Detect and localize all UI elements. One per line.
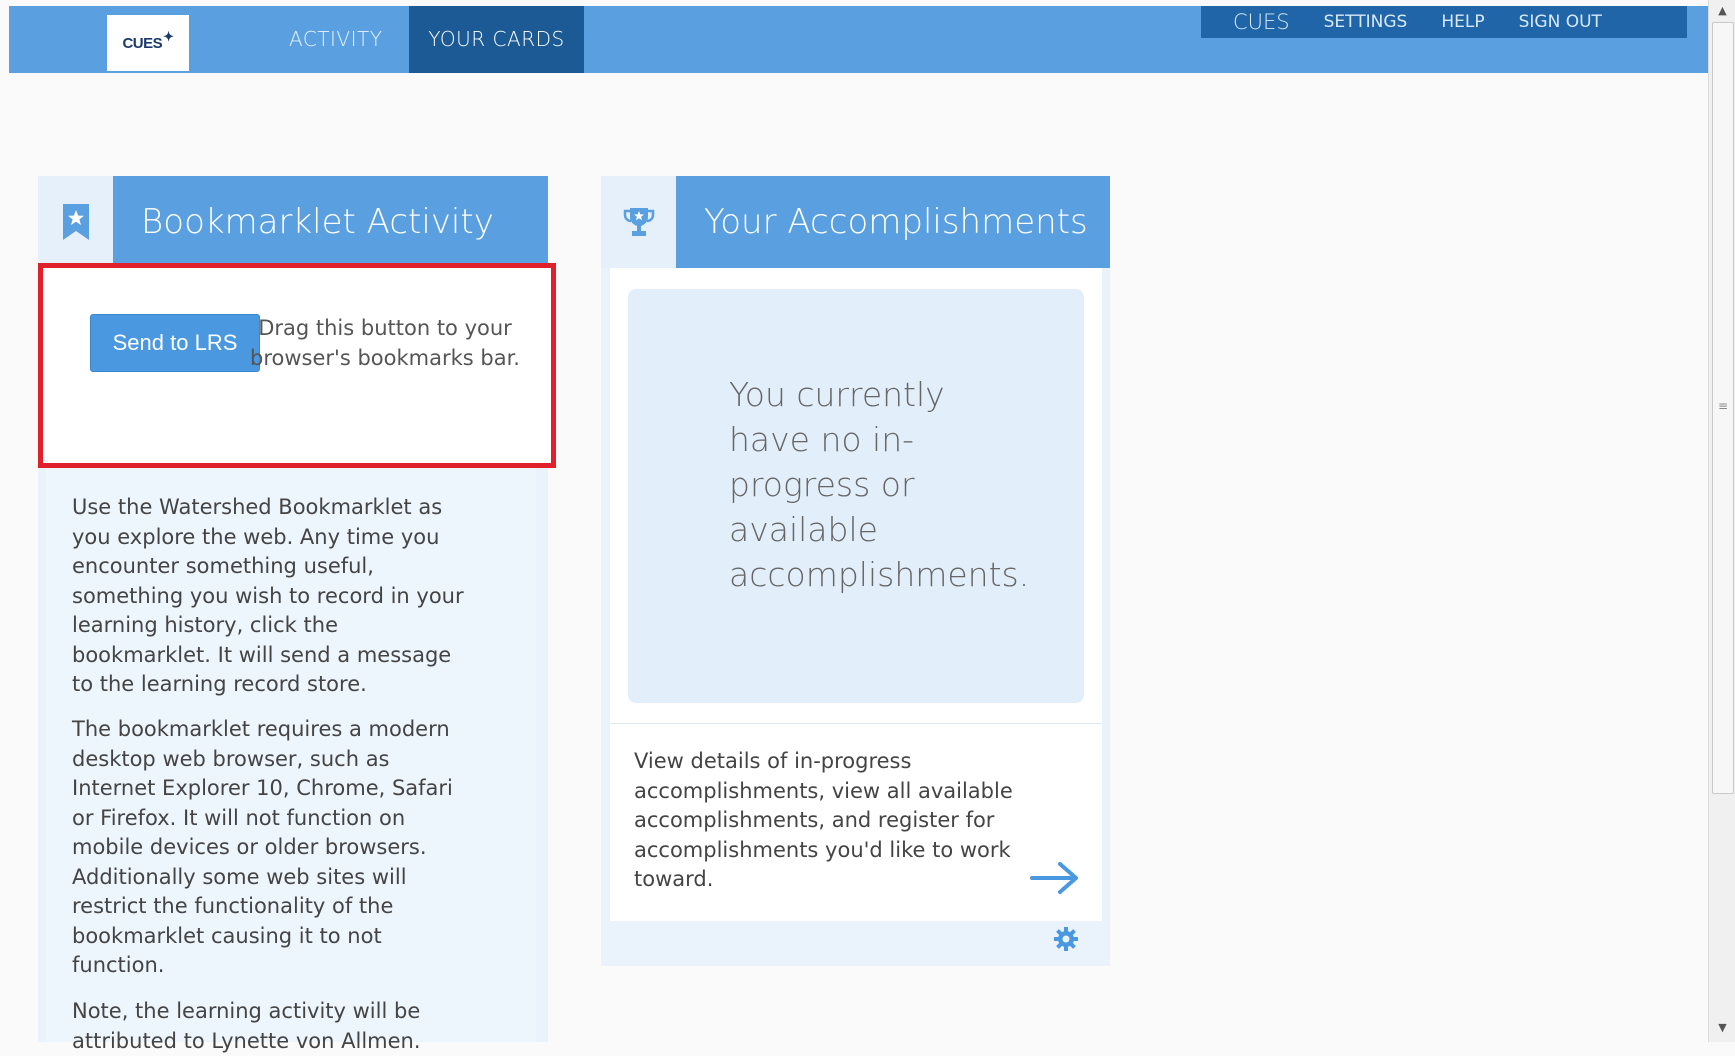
card-icon-tab bbox=[601, 176, 676, 268]
card-title: Your Accomplishments bbox=[676, 176, 1110, 268]
drag-instruction-text: Drag this button to your browser's bookm… bbox=[250, 316, 520, 370]
arrow-right-icon[interactable] bbox=[1030, 858, 1082, 902]
top-navigation-bar: CUES ✦ ACTIVITY YOUR CARDS CUES SETTINGS … bbox=[9, 6, 1708, 73]
logo-text: CUES bbox=[122, 34, 163, 52]
vertical-scrollbar[interactable]: ▲ ≡ ▼ bbox=[1708, 0, 1735, 1042]
utility-menu: CUES SETTINGS HELP SIGN OUT bbox=[1201, 6, 1687, 38]
empty-accomplishments-message: You currently have no in-progress or ava… bbox=[729, 375, 1030, 594]
scroll-up-arrow-icon[interactable]: ▲ bbox=[1709, 4, 1735, 17]
trophy-icon bbox=[623, 208, 654, 236]
bookmarklet-paragraph-requirements: The bookmarklet requires a modern deskto… bbox=[72, 717, 453, 977]
card-icon-tab bbox=[38, 176, 113, 268]
bookmarklet-paragraph-note: Note, the learning activity will be attr… bbox=[72, 999, 421, 1053]
scrollbar-thumb[interactable]: ≡ bbox=[1712, 22, 1734, 794]
tab-your-cards[interactable]: YOUR CARDS bbox=[409, 6, 584, 73]
utility-link-cues[interactable]: CUES bbox=[1233, 10, 1290, 34]
utility-link-help[interactable]: HELP bbox=[1441, 12, 1484, 32]
gear-icon[interactable] bbox=[1053, 926, 1079, 956]
utility-link-sign-out[interactable]: SIGN OUT bbox=[1519, 12, 1602, 32]
accomplishments-details-text: View details of in-progress accomplishme… bbox=[634, 749, 1013, 891]
utility-link-settings[interactable]: SETTINGS bbox=[1324, 12, 1408, 32]
scrollbar-grip-icon: ≡ bbox=[1717, 399, 1729, 413]
cues-logo[interactable]: CUES ✦ bbox=[107, 15, 189, 71]
card-title: Bookmarklet Activity bbox=[113, 176, 548, 268]
scroll-down-arrow-icon[interactable]: ▼ bbox=[1709, 1021, 1735, 1034]
bookmarklet-paragraph-usage: Use the Watershed Bookmarklet as you exp… bbox=[72, 495, 464, 696]
tab-activity[interactable]: ACTIVITY bbox=[289, 6, 382, 73]
bookmark-star-icon bbox=[62, 204, 89, 240]
logo-star-icon: ✦ bbox=[163, 29, 174, 44]
